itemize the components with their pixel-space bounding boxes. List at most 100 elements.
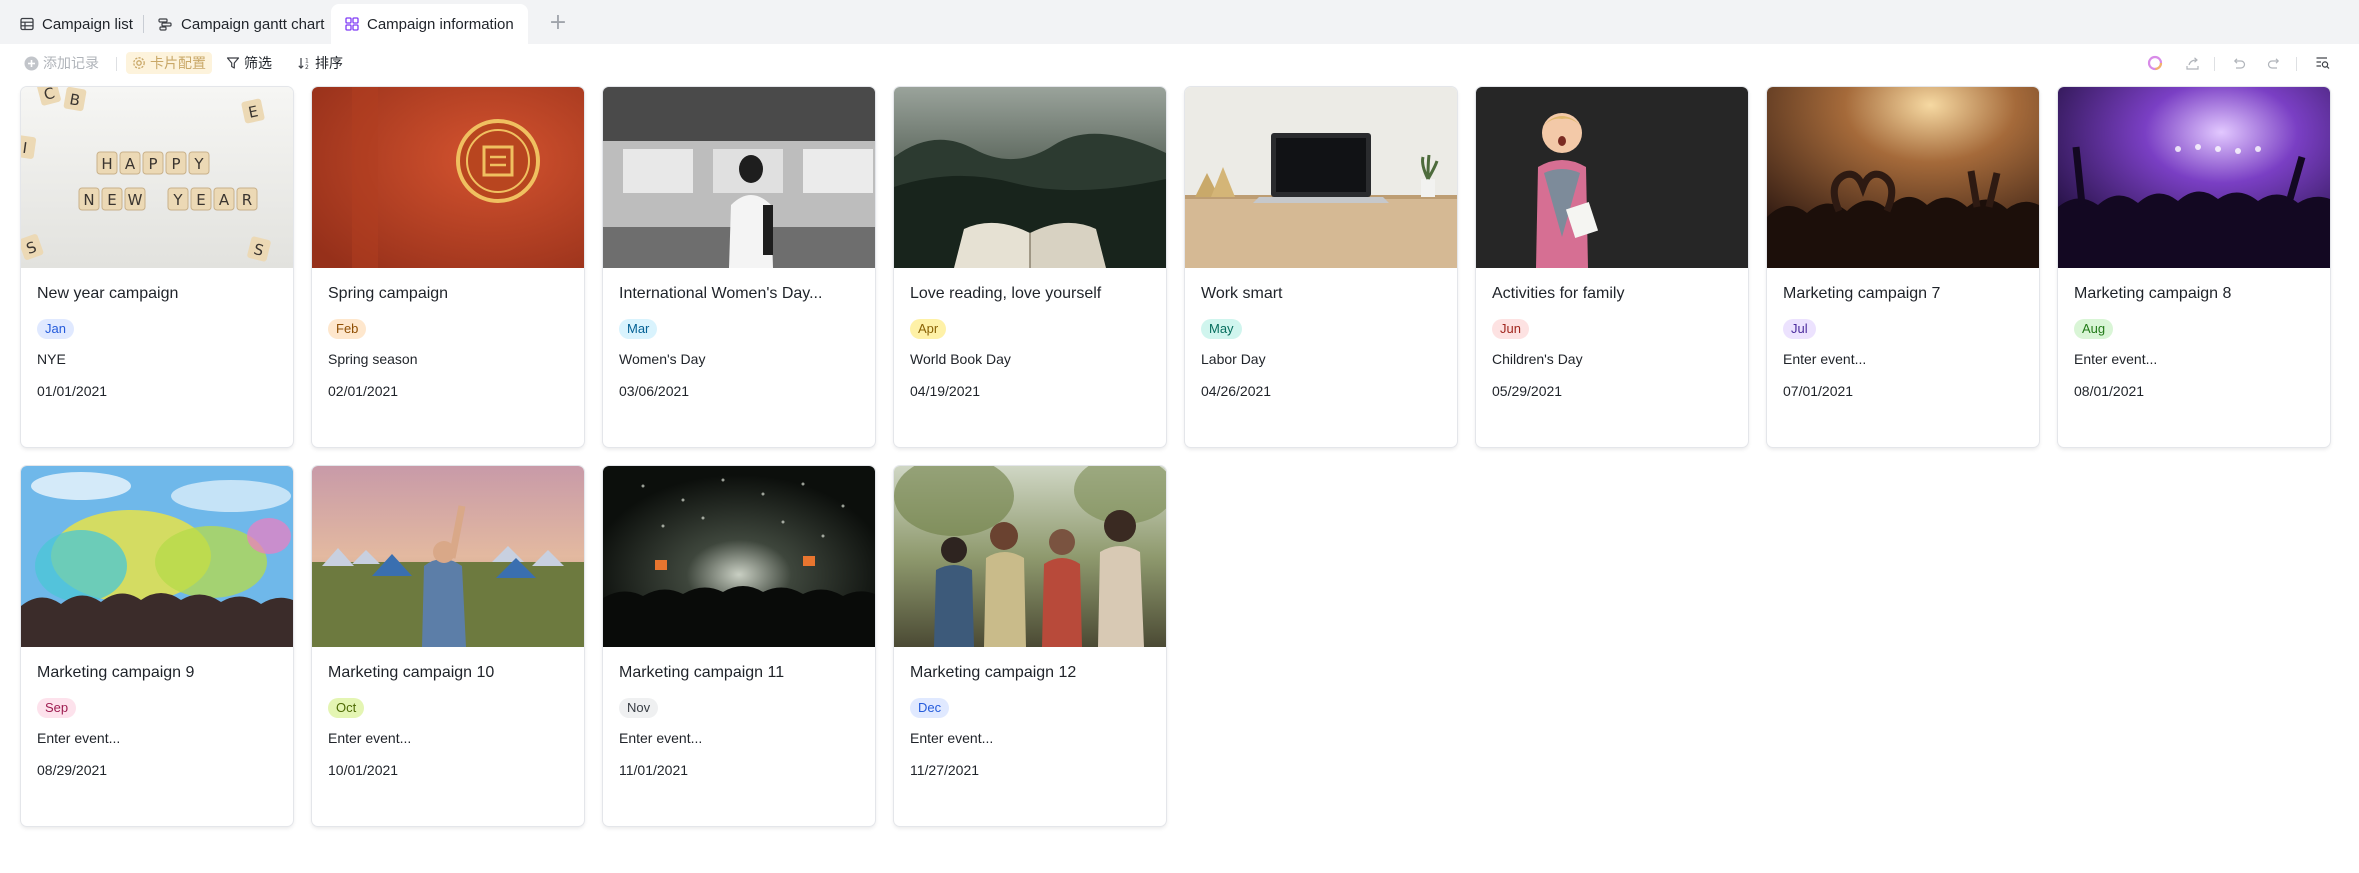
view-tab-bar: Campaign list Campaign gantt chart Campa… bbox=[0, 0, 2359, 44]
record-card[interactable]: Marketing campaign 12 Dec Enter event...… bbox=[894, 466, 1166, 826]
month-tag: Sep bbox=[37, 698, 77, 718]
card-event: Women's Day bbox=[619, 351, 706, 367]
month-tag: Jan bbox=[37, 319, 74, 339]
filter-label: 筛选 bbox=[244, 55, 272, 71]
toolbar-divider bbox=[2296, 57, 2297, 71]
surprised-child-image bbox=[1476, 87, 1748, 268]
svg-text:P: P bbox=[148, 155, 157, 173]
record-card[interactable]: Marketing campaign 7 Jul Enter event... … bbox=[1767, 87, 2039, 447]
record-card[interactable]: Marketing campaign 9 Sep Enter event... … bbox=[21, 466, 293, 826]
record-card[interactable]: Love reading, love yourself Apr World Bo… bbox=[894, 87, 1166, 447]
month-tag: Jun bbox=[1492, 319, 1529, 339]
outdoor-festival-friends-image bbox=[894, 466, 1166, 647]
card-date: 05/29/2021 bbox=[1492, 383, 1563, 399]
card-event: Enter event... bbox=[910, 730, 994, 746]
month-tag: Oct bbox=[328, 698, 365, 718]
card-date: 04/26/2021 bbox=[1201, 383, 1272, 399]
gear-icon bbox=[133, 57, 145, 69]
happy-new-year-image: H A P P Y N E W Y E A R C B E S S I bbox=[21, 87, 293, 268]
add-record-button[interactable]: 添加记录 bbox=[20, 52, 103, 74]
svg-text:A: A bbox=[125, 155, 136, 173]
record-card[interactable]: Spring campaign Feb Spring season 02/01/… bbox=[312, 87, 584, 447]
card-date: 01/01/2021 bbox=[37, 383, 108, 399]
open-book-forest-image bbox=[894, 87, 1166, 268]
add-view-button[interactable]: + bbox=[546, 8, 570, 38]
add-record-label: 添加记录 bbox=[43, 55, 99, 71]
tab-label: Campaign information bbox=[367, 15, 514, 33]
purple-concert-crowd-image bbox=[2058, 87, 2330, 268]
toolbar-divider bbox=[116, 57, 117, 71]
card-date: 11/01/2021 bbox=[619, 762, 689, 778]
svg-text:N: N bbox=[83, 191, 94, 209]
month-tag: Feb bbox=[328, 319, 367, 339]
card-title: Marketing campaign 10 bbox=[328, 664, 495, 681]
gantt-icon bbox=[158, 18, 172, 31]
tab-campaign-list[interactable]: Campaign list bbox=[6, 4, 147, 44]
card-date: 08/29/2021 bbox=[37, 762, 108, 778]
svg-text:R: R bbox=[242, 191, 252, 209]
card-title: Marketing campaign 8 bbox=[2074, 285, 2232, 302]
card-config-label: 卡片配置 bbox=[150, 55, 206, 71]
tab-campaign-information[interactable]: Campaign information bbox=[331, 4, 528, 44]
laptop-on-desk-image bbox=[1185, 87, 1457, 268]
record-card[interactable]: Activities for family Jun Children's Day… bbox=[1476, 87, 1748, 447]
festival-campsite-image bbox=[312, 466, 584, 647]
card-date: 04/19/2021 bbox=[910, 383, 981, 399]
card-date: 08/01/2021 bbox=[2074, 383, 2145, 399]
search-records-icon[interactable] bbox=[2313, 53, 2333, 73]
record-card[interactable]: Work smart May Labor Day 04/26/2021 bbox=[1185, 87, 1457, 447]
card-date: 10/01/2021 bbox=[328, 762, 399, 778]
red-chinese-emblem-image bbox=[312, 87, 584, 268]
card-title: Marketing campaign 12 bbox=[910, 664, 1077, 681]
card-date: 07/01/2021 bbox=[1783, 383, 1854, 399]
card-event: Enter event... bbox=[2074, 351, 2158, 367]
svg-text:2: 2 bbox=[305, 64, 309, 70]
card-config-button[interactable]: 卡片配置 bbox=[126, 52, 212, 74]
filter-button[interactable]: 筛选 bbox=[222, 52, 276, 74]
ai-assistant-icon[interactable] bbox=[2145, 53, 2165, 73]
sort-label: 排序 bbox=[315, 55, 343, 71]
card-date: 02/01/2021 bbox=[328, 383, 399, 399]
card-date: 11/27/2021 bbox=[910, 762, 980, 778]
record-card[interactable]: Marketing campaign 8 Aug Enter event... … bbox=[2058, 87, 2330, 447]
card-event: Spring season bbox=[328, 351, 418, 367]
card-event: Enter event... bbox=[328, 730, 412, 746]
share-icon[interactable] bbox=[2182, 53, 2202, 73]
card-title: International Women's Day... bbox=[619, 285, 823, 302]
dark-concert-confetti-image bbox=[603, 466, 875, 647]
card-event: Enter event... bbox=[37, 730, 121, 746]
undo-icon[interactable] bbox=[2228, 53, 2248, 73]
month-tag: Mar bbox=[619, 319, 658, 339]
record-card[interactable]: H A P P Y N E W Y E A R C B E S S I New … bbox=[21, 87, 293, 447]
record-card[interactable]: Marketing campaign 10 Oct Enter event...… bbox=[312, 466, 584, 826]
svg-text:Y: Y bbox=[193, 155, 204, 173]
toolbar-divider bbox=[2214, 57, 2215, 71]
add-circle-icon bbox=[24, 56, 39, 70]
woman-at-train-image bbox=[603, 87, 875, 268]
tab-label: Campaign gantt chart bbox=[181, 15, 325, 33]
view-toolbar: 添加记录 卡片配置 筛选 12 排序 bbox=[0, 44, 2359, 82]
month-tag: May bbox=[1201, 319, 1242, 339]
svg-text:P: P bbox=[171, 155, 180, 173]
record-card[interactable]: Marketing campaign 11 Nov Enter event...… bbox=[603, 466, 875, 826]
tab-campaign-gantt-chart[interactable]: Campaign gantt chart bbox=[144, 4, 338, 44]
card-title: Work smart bbox=[1201, 285, 1283, 302]
month-tag: Jul bbox=[1783, 319, 1816, 339]
card-title: Activities for family bbox=[1492, 285, 1625, 302]
concert-heart-hands-image bbox=[1767, 87, 2039, 268]
tab-label: Campaign list bbox=[42, 15, 133, 33]
card-title: Marketing campaign 9 bbox=[37, 664, 195, 681]
card-event: Labor Day bbox=[1201, 351, 1266, 367]
card-title: Love reading, love yourself bbox=[910, 285, 1102, 302]
card-title: Marketing campaign 7 bbox=[1783, 285, 1941, 302]
sort-button[interactable]: 12 排序 bbox=[293, 52, 347, 74]
card-event: NYE bbox=[37, 351, 66, 367]
month-tag: Dec bbox=[910, 698, 950, 718]
svg-text:H: H bbox=[101, 155, 112, 173]
card-title: Spring campaign bbox=[328, 285, 449, 302]
card-title: Marketing campaign 11 bbox=[619, 664, 785, 681]
card-title: New year campaign bbox=[37, 285, 179, 302]
record-card[interactable]: International Women's Day... Mar Women's… bbox=[603, 87, 875, 447]
redo-icon[interactable] bbox=[2264, 53, 2284, 73]
month-tag: Aug bbox=[2074, 319, 2114, 339]
